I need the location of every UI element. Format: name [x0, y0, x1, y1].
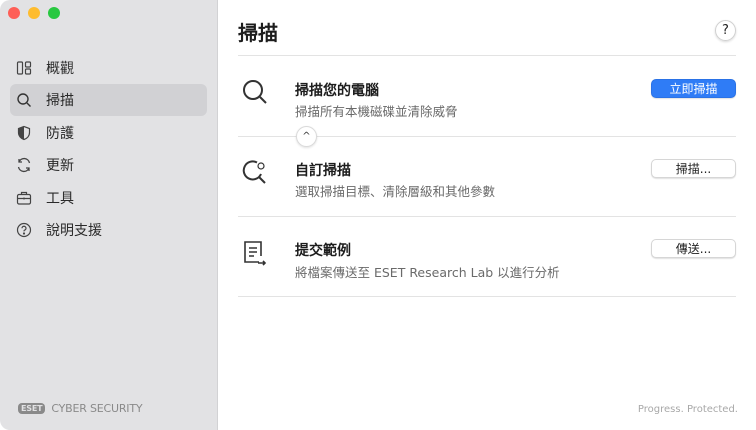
eset-logo: ESET: [18, 403, 46, 414]
row-subtitle: 將檔案傳送至 ESET Research Lab 以進行分析: [295, 265, 560, 280]
row-title: 提交範例: [295, 243, 351, 259]
dashboard-icon: [16, 61, 32, 75]
sidebar: 概觀 掃描 防護 更新 工具 說明支援 ESET CYBER SECURITY: [0, 0, 218, 430]
page-title: 掃描: [238, 21, 278, 45]
search-icon: [17, 93, 31, 107]
footer-tagline: Progress. Protected.: [637, 404, 738, 415]
divider: [238, 216, 736, 217]
divider: [238, 55, 736, 56]
briefcase-icon: [16, 191, 32, 205]
sidebar-item-update[interactable]: 更新: [10, 149, 207, 181]
row-title: 自訂掃描: [295, 163, 351, 179]
zoom-window-button[interactable]: [48, 7, 60, 19]
minimize-window-button[interactable]: [28, 7, 40, 19]
sidebar-item-help[interactable]: 說明支援: [10, 214, 207, 246]
close-window-button[interactable]: [8, 7, 20, 19]
help-icon: [16, 222, 32, 238]
collapse-chevron-button[interactable]: ^: [296, 126, 317, 147]
sidebar-item-label: 概觀: [46, 61, 74, 77]
brand: ESET CYBER SECURITY: [18, 402, 143, 415]
sidebar-item-protection[interactable]: 防護: [10, 117, 207, 149]
send-sample-button[interactable]: 傳送...: [651, 239, 736, 258]
sidebar-item-label: 工具: [46, 191, 74, 207]
sidebar-item-label: 更新: [46, 158, 74, 174]
sidebar-item-label: 防護: [46, 126, 74, 142]
sidebar-item-label: 說明支援: [46, 223, 102, 239]
row-title: 掃描您的電腦: [295, 83, 379, 99]
sidebar-item-label: 掃描: [46, 93, 74, 109]
submit-sample-icon: [244, 241, 267, 266]
row-subtitle: 掃描所有本機磁碟並清除威脅: [295, 104, 458, 119]
custom-scan-icon: [242, 160, 266, 184]
shield-icon: [17, 125, 31, 141]
search-icon: [243, 80, 267, 104]
brand-text: CYBER SECURITY: [51, 402, 143, 415]
divider: [238, 296, 736, 297]
custom-scan-button[interactable]: 掃描...: [651, 159, 736, 178]
row-subtitle: 選取掃描目標、清除層級和其他參數: [295, 184, 496, 199]
sidebar-item-overview[interactable]: 概觀: [10, 52, 207, 84]
sidebar-item-scan[interactable]: 掃描: [10, 84, 207, 116]
help-button[interactable]: ?: [715, 20, 736, 41]
app-window: 概觀 掃描 防護 更新 工具 說明支援 ESET CYBER SECURITY …: [0, 0, 756, 430]
scan-now-button[interactable]: 立即掃描: [651, 79, 736, 98]
refresh-icon: [17, 157, 31, 173]
sidebar-item-tools[interactable]: 工具: [10, 182, 207, 214]
